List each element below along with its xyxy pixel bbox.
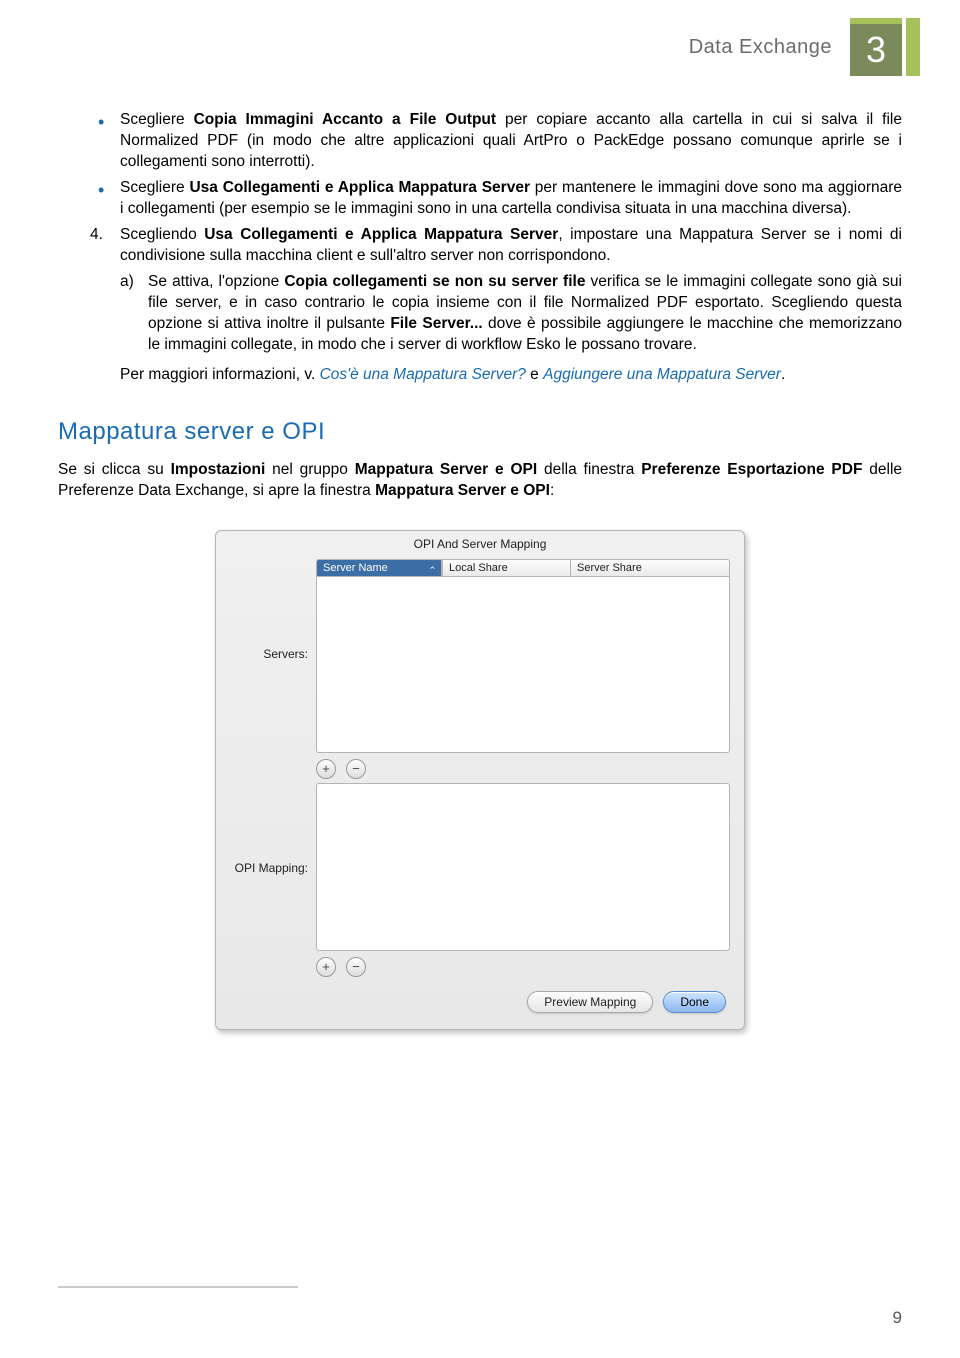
numbered-item: 4. Scegliendo Usa Collegamenti e Applica…	[120, 225, 902, 357]
remove-server-button[interactable]: −	[346, 759, 366, 779]
section-heading: Mappatura server e OPI	[58, 418, 902, 446]
servers-columns: Server Name Local Share Server Share	[316, 559, 730, 577]
opi-dialog: OPI And Server Mapping Servers: Server N…	[215, 530, 745, 1030]
done-button[interactable]: Done	[663, 991, 726, 1013]
section-paragraph: Se si clicca su Impostazioni nel gruppo …	[58, 460, 902, 502]
opi-listbox[interactable]	[316, 783, 730, 951]
page-number: 9	[893, 1308, 902, 1328]
sub-item: a) Se attiva, l'opzione Copia collegamen…	[148, 272, 902, 356]
bullet-list: Scegliere Copia Immagini Accanto a File …	[58, 110, 902, 220]
link-add-mapping[interactable]: Aggiungere una Mappatura Server	[543, 366, 781, 383]
header-title: Data Exchange	[689, 36, 832, 59]
link-what-is[interactable]: Cos'è una Mappatura Server?	[320, 366, 526, 383]
sort-indicator-icon[interactable]	[424, 559, 442, 577]
opi-label: OPI Mapping:	[230, 783, 316, 875]
item-marker: 4.	[90, 225, 103, 246]
chapter-badge: 3	[850, 18, 902, 76]
col-server-name[interactable]: Server Name	[316, 559, 424, 577]
col-server-share[interactable]: Server Share	[570, 559, 730, 577]
sub-marker: a)	[120, 272, 134, 293]
info-line: Per maggiori informazioni, v. Cos'è una …	[58, 366, 902, 384]
add-server-button[interactable]: +	[316, 759, 336, 779]
bullet-item: Scegliere Copia Immagini Accanto a File …	[120, 110, 902, 173]
col-local-share[interactable]: Local Share	[442, 559, 570, 577]
preview-mapping-button[interactable]: Preview Mapping	[527, 991, 653, 1013]
remove-opi-button[interactable]: −	[346, 957, 366, 977]
footer-rule	[58, 1286, 298, 1288]
add-opi-button[interactable]: +	[316, 957, 336, 977]
servers-label: Servers:	[230, 559, 316, 661]
servers-listbox[interactable]	[316, 577, 730, 753]
dialog-title: OPI And Server Mapping	[216, 531, 744, 555]
bullet-item: Scegliere Usa Collegamenti e Applica Map…	[120, 178, 902, 220]
